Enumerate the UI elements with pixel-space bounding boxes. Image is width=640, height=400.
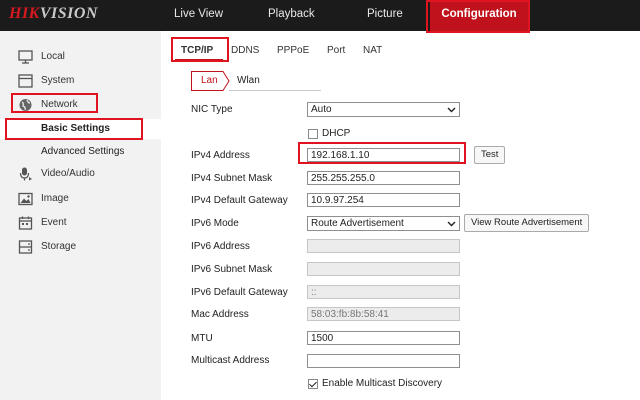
- multicast-discovery-checkbox[interactable]: [308, 379, 318, 389]
- ipv4-subnet-mask-label: IPv4 Subnet Mask: [191, 173, 273, 184]
- mtu-input[interactable]: [307, 331, 460, 345]
- multicast-address-input[interactable]: [307, 354, 460, 368]
- sidebar-item-local[interactable]: Local: [0, 47, 161, 67]
- sidebar-item-label: Storage: [41, 241, 77, 252]
- sidebar-item-image[interactable]: Image: [0, 189, 161, 209]
- hikvision-logo: HIKVISION: [9, 5, 98, 22]
- ipv6-gateway-label: IPv6 Default Gateway: [191, 287, 288, 298]
- ipv6-address-label: IPv6 Address: [191, 241, 250, 252]
- monitor-icon: [18, 50, 33, 64]
- sidebar-item-label: Network: [41, 99, 78, 110]
- sidebar-item-label: Video/Audio: [41, 168, 95, 179]
- tab-port[interactable]: Port: [327, 41, 345, 61]
- ipv4-gateway-label: IPv4 Default Gateway: [191, 195, 288, 206]
- nav-live-view[interactable]: Live View: [174, 0, 223, 31]
- image-icon: [18, 192, 33, 206]
- sidebar-sub-label: Advanced Settings: [41, 146, 125, 157]
- sidebar-item-event[interactable]: Event: [0, 213, 161, 233]
- active-tab-underline: [175, 59, 223, 61]
- ipv4-address-label: IPv4 Address: [191, 150, 250, 161]
- ipv4-address-input[interactable]: [307, 148, 460, 162]
- ipv6-subnet-mask-label: IPv6 Subnet Mask: [191, 264, 273, 275]
- dhcp-label: DHCP: [322, 128, 351, 139]
- tab-tcp-ip[interactable]: TCP/IP: [181, 41, 213, 61]
- chevron-down-icon: [447, 107, 456, 113]
- sidebar-item-label: Event: [41, 217, 67, 228]
- sidebar-item-system[interactable]: System: [0, 71, 161, 91]
- nic-type-label: NIC Type: [191, 104, 233, 115]
- calendar-icon: [18, 216, 33, 230]
- view-route-advertisement-button[interactable]: View Route Advertisement: [464, 214, 590, 232]
- sidebar-sub-advanced-settings[interactable]: Advanced Settings: [0, 142, 161, 162]
- nav-picture[interactable]: Picture: [367, 0, 403, 31]
- ipv6-gateway-input: [307, 285, 460, 299]
- mtu-label: MTU: [191, 333, 213, 344]
- nic-type-value: Auto: [311, 104, 332, 115]
- sidebar-item-label: Image: [41, 193, 69, 204]
- storage-icon: [18, 240, 33, 254]
- ipv4-subnet-mask-input[interactable]: [307, 171, 460, 185]
- ipv6-subnet-mask-input: [307, 262, 460, 276]
- sidebar-item-storage[interactable]: Storage: [0, 237, 161, 257]
- sidebar: Local System Network Basic Settings Adva…: [0, 31, 161, 400]
- nic-type-select[interactable]: Auto: [307, 102, 460, 117]
- tab-pppoe[interactable]: PPPoE: [277, 41, 309, 61]
- system-window-icon: [18, 74, 33, 88]
- mac-address-input: [307, 307, 460, 321]
- chevron-down-icon: [447, 221, 456, 227]
- sidebar-sub-basic-settings[interactable]: Basic Settings: [0, 119, 161, 139]
- subtab-wlan[interactable]: Wlan: [237, 71, 260, 90]
- sidebar-sub-label: Basic Settings: [41, 123, 110, 134]
- tab-ddns[interactable]: DDNS: [231, 41, 259, 61]
- top-bar: HIKVISION Live View Playback Picture Con…: [0, 0, 640, 31]
- ipv6-address-input: [307, 239, 460, 253]
- sidebar-item-label: Local: [41, 51, 65, 62]
- globe-icon: [19, 99, 32, 111]
- ipv6-mode-select[interactable]: Route Advertisement: [307, 216, 460, 231]
- sidebar-item-video-audio[interactable]: Video/Audio: [0, 164, 161, 184]
- multicast-discovery-label: Enable Multicast Discovery: [322, 378, 443, 389]
- nav-playback[interactable]: Playback: [268, 0, 315, 31]
- microphone-icon: [19, 167, 32, 181]
- ipv6-mode-label: IPv6 Mode: [191, 218, 239, 229]
- subtab-lan[interactable]: Lan: [201, 71, 218, 90]
- ipv4-gateway-input[interactable]: [307, 193, 460, 207]
- ipv6-mode-value: Route Advertisement: [311, 218, 404, 229]
- sidebar-item-network[interactable]: Network: [0, 95, 161, 115]
- mac-address-label: Mac Address: [191, 309, 249, 320]
- tab-nat[interactable]: NAT: [363, 41, 382, 61]
- nav-configuration[interactable]: Configuration: [430, 0, 528, 31]
- multicast-address-label: Multicast Address: [191, 355, 270, 366]
- dhcp-checkbox[interactable]: [308, 129, 318, 139]
- sidebar-item-label: System: [41, 75, 75, 86]
- main-content: TCP/IP DDNS PPPoE Port NAT Lan Wlan NIC …: [161, 31, 640, 400]
- test-button[interactable]: Test: [474, 146, 506, 164]
